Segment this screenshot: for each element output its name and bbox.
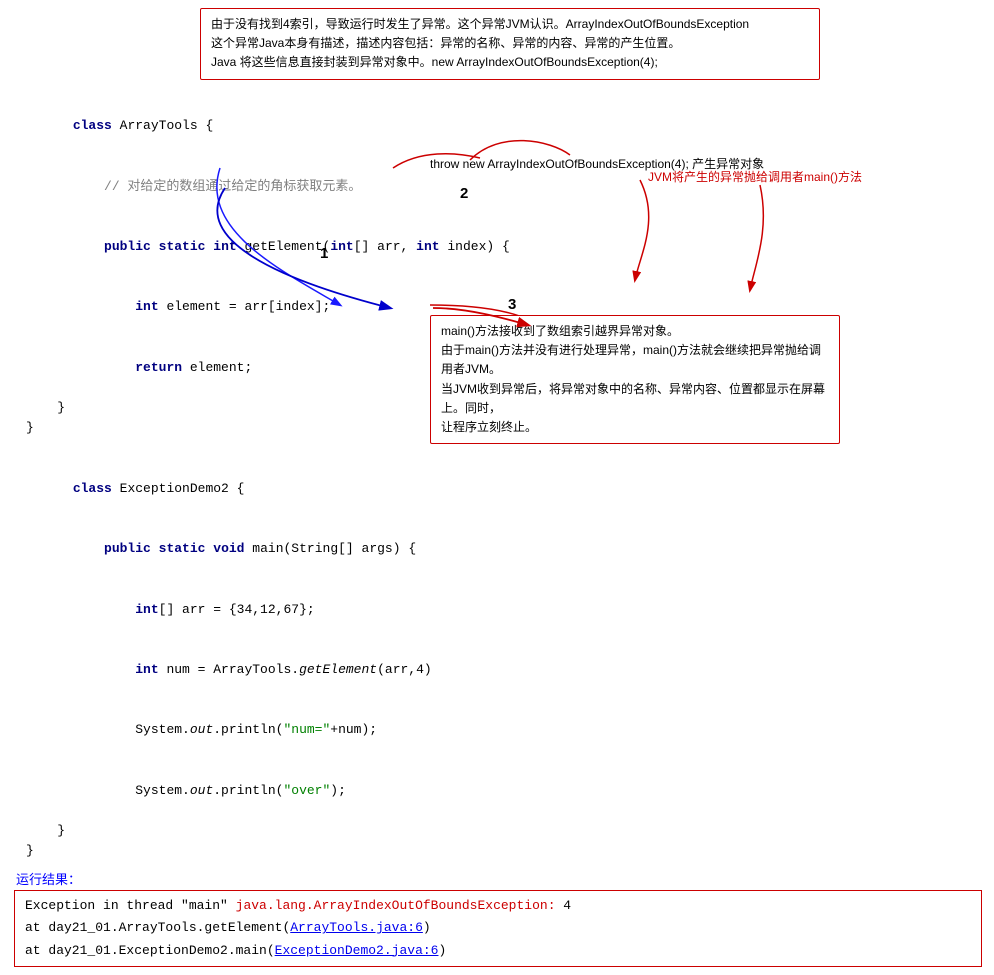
bottom-annotation-box: main()方法接收到了数组索引越界异常对象。 由于main()方法并没有进行处… — [430, 315, 840, 444]
bottom-box-line2: 由于main()方法并没有进行处理异常，main()方法就会继续把异常抛给调用者… — [441, 343, 821, 376]
link-arraytools[interactable]: ArrayTools.java:6 — [290, 920, 423, 935]
code-line-arr-decl: int[] arr = {34,12,67}; — [26, 579, 982, 639]
code-area: class ArrayTools { // 对给定的数组通过给定的角标获取元素。… — [12, 96, 982, 861]
exception-value: 4 — [556, 898, 572, 913]
number-1: 1 — [320, 245, 328, 262]
number-2: 2 — [460, 185, 468, 202]
jvm-label-text: JVM将产生的异常抛给调用者main()方法 — [648, 170, 862, 184]
code-line-class2: class ExceptionDemo2 { — [26, 459, 982, 519]
code-line-class1: class ArrayTools { — [26, 96, 982, 156]
run-result-line2: at day21_01.ArrayTools.getElement(ArrayT… — [25, 917, 971, 939]
code-line-println2: System.out.println("over"); — [26, 761, 982, 821]
code-line-method1-sig: public static int getElement(int[] arr, … — [26, 217, 982, 277]
link-exceptiondemo2[interactable]: ExceptionDemo2.java:6 — [275, 943, 439, 958]
code-line-println1: System.out.println("num="+num); — [26, 700, 982, 760]
bottom-box-line1: main()方法接收到了数组索引越界异常对象。 — [441, 324, 679, 338]
bottom-box-line4: 让程序立刻终止。 — [441, 420, 537, 434]
code-line-method2-close: } — [26, 821, 982, 841]
run-result-line1: Exception in thread "main" java.lang.Arr… — [25, 895, 971, 917]
run-result-line3: at day21_01.ExceptionDemo2.main(Exceptio… — [25, 940, 971, 962]
top-annotation-box: 由于没有找到4索引，导致运行时发生了异常。这个异常JVM认识。ArrayInde… — [200, 8, 820, 80]
top-box-line2: 这个异常Java本身有描述，描述内容包括：异常的名称、异常的内容、异常的产生位置… — [211, 36, 680, 50]
exception-class: java.lang.ArrayIndexOutOfBoundsException… — [236, 898, 556, 913]
number-3: 3 — [508, 296, 516, 313]
jvm-annotation: JVM将产生的异常抛给调用者main()方法 — [648, 168, 862, 185]
exception-prefix: Exception in thread "main" — [25, 898, 236, 913]
code-line-class2-close: } — [26, 841, 982, 861]
code-line-method2-sig: public static void main(String[] args) { — [26, 519, 982, 579]
run-result-label: 运行结果： — [16, 869, 982, 888]
run-result-section: 运行结果： Exception in thread "main" java.la… — [14, 869, 982, 966]
top-box-line3: Java 将这些信息直接封装到异常对象中。new ArrayIndexOutOf… — [211, 55, 658, 69]
bottom-box-line3: 当JVM收到异常后，将异常对象中的名称、异常内容、位置都显示在屏幕上。同时， — [441, 382, 825, 415]
top-box-line1: 由于没有找到4索引，导致运行时发生了异常。这个异常JVM认识。ArrayInde… — [211, 17, 749, 31]
code-line-num-decl: int num = ArrayTools.getElement(arr,4) — [26, 640, 982, 700]
main-container: 由于没有找到4索引，导致运行时发生了异常。这个异常JVM认识。ArrayInde… — [0, 0, 994, 975]
run-result-box: Exception in thread "main" java.lang.Arr… — [14, 890, 982, 966]
